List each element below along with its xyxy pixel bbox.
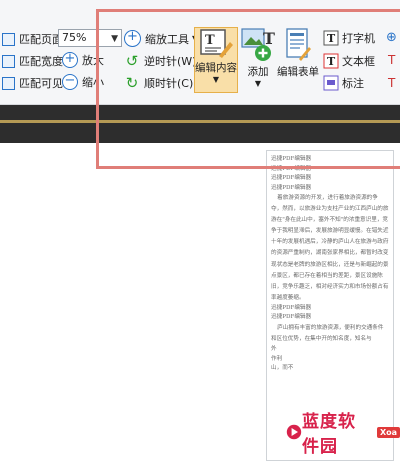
doc-line: 迅捷PDF编辑器 — [271, 184, 312, 191]
fit-page-label: 匹配页面 — [19, 33, 63, 46]
fit-width-label: 匹配宽度 — [19, 55, 63, 68]
watermark-text: 蓝度软件园 — [301, 412, 356, 457]
doc-paragraph: 着旅游资源的开发，进行着旅游资源的争夺，然而，以旅游业为支柱产业的江西庐山的旅游… — [271, 195, 389, 301]
minus-icon: − — [62, 74, 78, 90]
fit-visible-label: 匹配可见 — [19, 77, 63, 90]
plus-icon: + — [62, 52, 78, 68]
fit-visible-icon — [2, 76, 15, 90]
fit-page-button[interactable]: 匹配页面 — [2, 31, 63, 47]
zoom-value: 75% — [62, 31, 87, 44]
doc-line: 迅捷PDF编辑器 — [271, 304, 312, 311]
fit-page-icon — [2, 32, 15, 46]
fit-width-button[interactable]: 匹配宽度 — [2, 53, 63, 69]
watermark-logo-icon — [286, 424, 302, 440]
doc-paragraph: 庐山拥有丰富的旅游资源，便利的交通条件和区位优势，在集中开的知名度，知名与 — [271, 324, 384, 343]
doc-line: 迅捷PDF编辑器 — [271, 314, 312, 321]
watermark-badge: Xoa — [376, 426, 400, 438]
fit-visible-button[interactable]: 匹配可见 — [2, 75, 63, 91]
doc-line: 迅捷PDF编辑器 — [271, 175, 312, 181]
doc-line: 外 — [271, 346, 277, 353]
highlight-annotation — [96, 9, 400, 169]
doc-line: 山，而不 — [271, 365, 294, 372]
fit-width-icon — [2, 54, 15, 68]
doc-line: 作利 — [271, 355, 283, 362]
watermark: 蓝度软件园 Xoa — [286, 407, 400, 457]
